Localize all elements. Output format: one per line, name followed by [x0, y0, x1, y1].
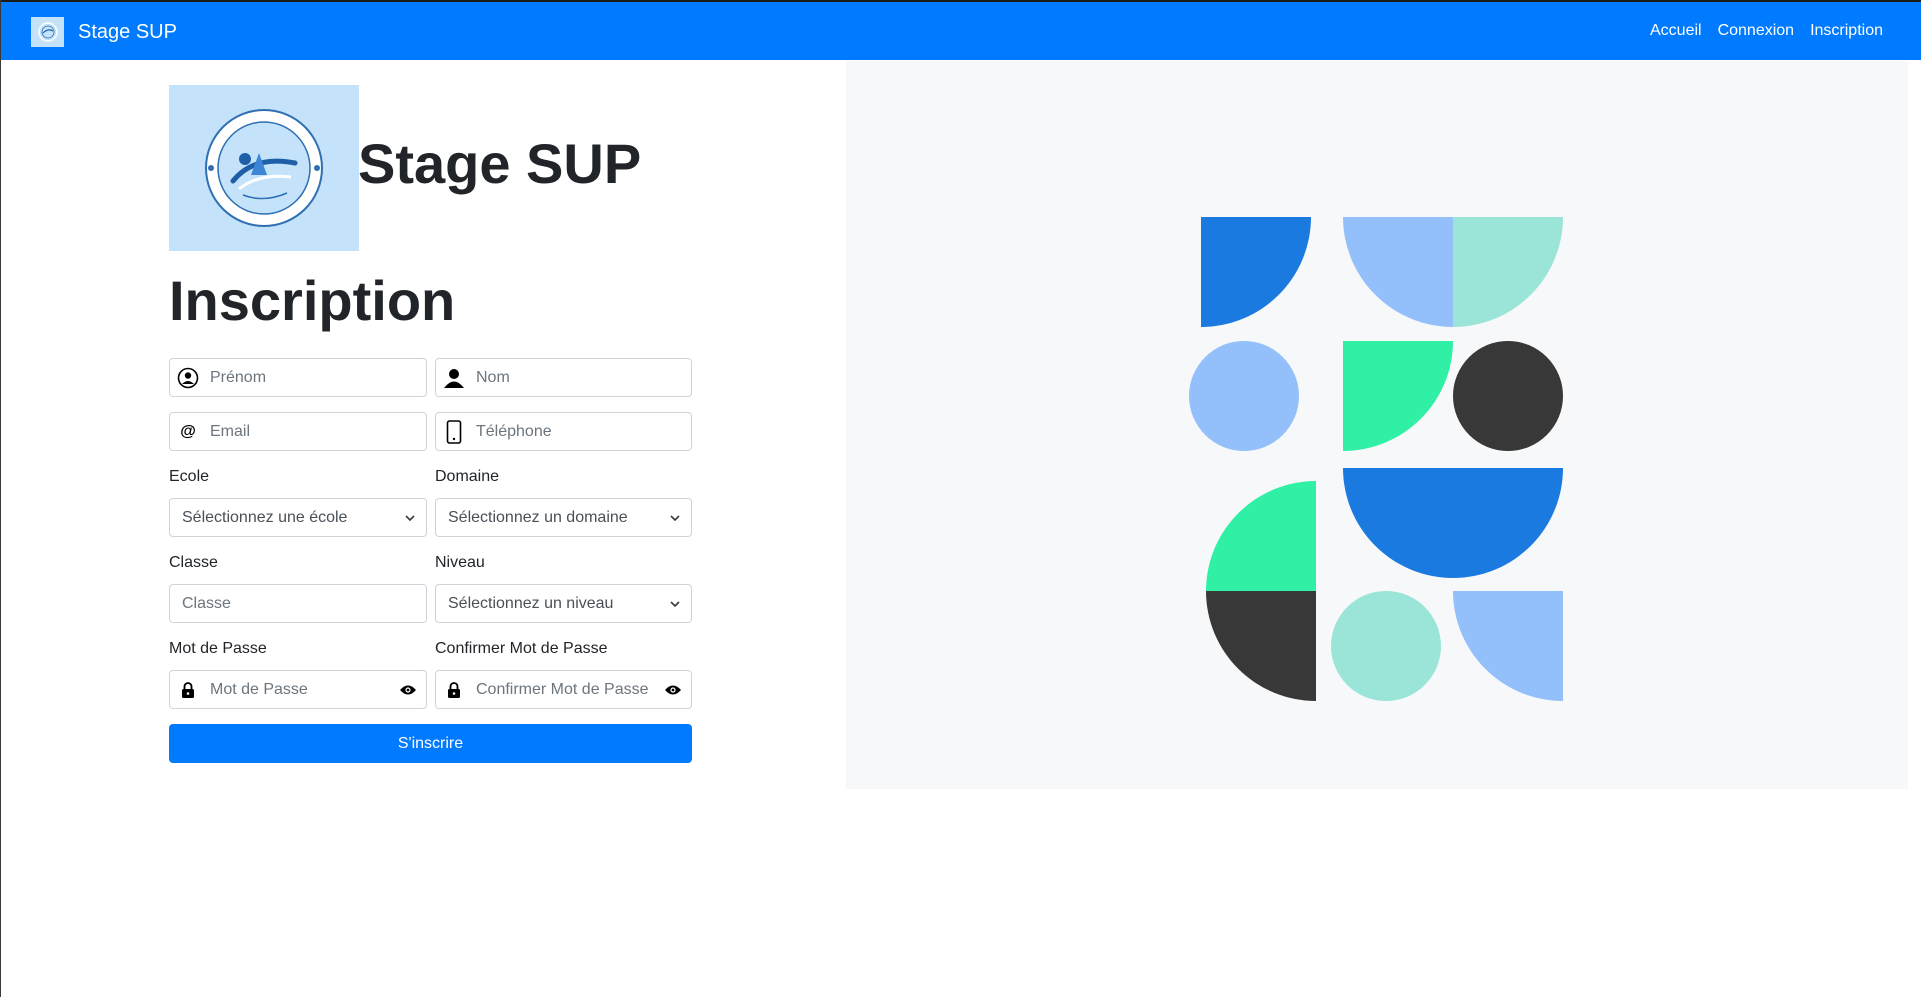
shape-half-blue: [1343, 468, 1563, 578]
shape-quarter-green: [1343, 341, 1453, 451]
chevron-down-icon: [670, 515, 680, 522]
domaine-select-value: Sélectionnez un domaine: [448, 509, 628, 526]
lock-icon: [176, 679, 200, 701]
chevron-down-icon: [405, 515, 415, 522]
nom-input[interactable]: [476, 359, 686, 396]
illustration-panel: [846, 61, 1908, 789]
shape-quarter-dark: [1206, 591, 1316, 701]
prenom-input[interactable]: [210, 359, 420, 396]
at-icon: @: [180, 423, 196, 440]
ecole-select-value: Sélectionnez une école: [182, 509, 348, 526]
eye-icon[interactable]: [663, 681, 683, 699]
user-circle-icon: [176, 367, 200, 389]
phone-icon: [442, 420, 466, 444]
niveau-select-value: Sélectionnez un niveau: [448, 595, 614, 612]
brand-text: Stage SUP: [78, 20, 177, 43]
classe-field: [169, 584, 427, 623]
confirm-password-field: [435, 670, 692, 709]
lock-icon: [442, 679, 466, 701]
shape-quarter-green-2: [1206, 481, 1316, 591]
navbar: Stage SUP Accueil Connexion Inscription: [1, 2, 1921, 60]
nav-links: Accueil Connexion Inscription: [1634, 2, 1883, 60]
prenom-field: [169, 358, 427, 397]
classe-input[interactable]: [182, 585, 412, 622]
chevron-down-icon: [670, 601, 680, 608]
brand-logo-icon: [31, 17, 64, 47]
shape-circle-mint: [1331, 591, 1441, 701]
stage-sup-logo: [169, 85, 359, 251]
shape-circle-dark: [1453, 341, 1563, 451]
niveau-label: Niveau: [435, 554, 485, 571]
ecole-select[interactable]: Sélectionnez une école: [169, 498, 427, 537]
page-title: Inscription: [169, 269, 456, 332]
site-title: Stage SUP: [358, 132, 642, 195]
domaine-label: Domaine: [435, 468, 500, 485]
email-input[interactable]: [210, 413, 420, 450]
shape-quarter-blue: [1201, 217, 1311, 327]
geometric-illustration: [1189, 217, 1563, 701]
navbar-brand[interactable]: Stage SUP: [31, 16, 177, 48]
email-field: @: [169, 412, 427, 451]
shape-quarter-light-blue: [1343, 217, 1453, 327]
nav-link-accueil[interactable]: Accueil: [1650, 22, 1702, 40]
nav-link-inscription[interactable]: Inscription: [1810, 22, 1883, 40]
password-field: [169, 670, 427, 709]
user-icon: [442, 367, 466, 389]
telephone-field: [435, 412, 692, 451]
nom-field: [435, 358, 692, 397]
classe-label: Classe: [169, 554, 218, 571]
password-input[interactable]: [210, 671, 390, 708]
nav-link-connexion[interactable]: Connexion: [1718, 22, 1795, 40]
niveau-select[interactable]: Sélectionnez un niveau: [435, 584, 692, 623]
shape-quarter-light-blue-2: [1453, 591, 1563, 701]
telephone-input[interactable]: [476, 413, 686, 450]
shape-circle-light-blue: [1189, 341, 1299, 451]
eye-icon[interactable]: [398, 681, 418, 699]
shape-quarter-mint: [1453, 217, 1563, 327]
confirm-password-label: Confirmer Mot de Passe: [435, 640, 608, 657]
domaine-select[interactable]: Sélectionnez un domaine: [435, 498, 692, 537]
sinscrire-button[interactable]: S'inscrire: [169, 724, 692, 763]
ecole-label: Ecole: [169, 468, 210, 485]
password-label: Mot de Passe: [169, 640, 267, 657]
confirm-password-input[interactable]: [476, 671, 656, 708]
window-left-border: [0, 0, 1, 997]
